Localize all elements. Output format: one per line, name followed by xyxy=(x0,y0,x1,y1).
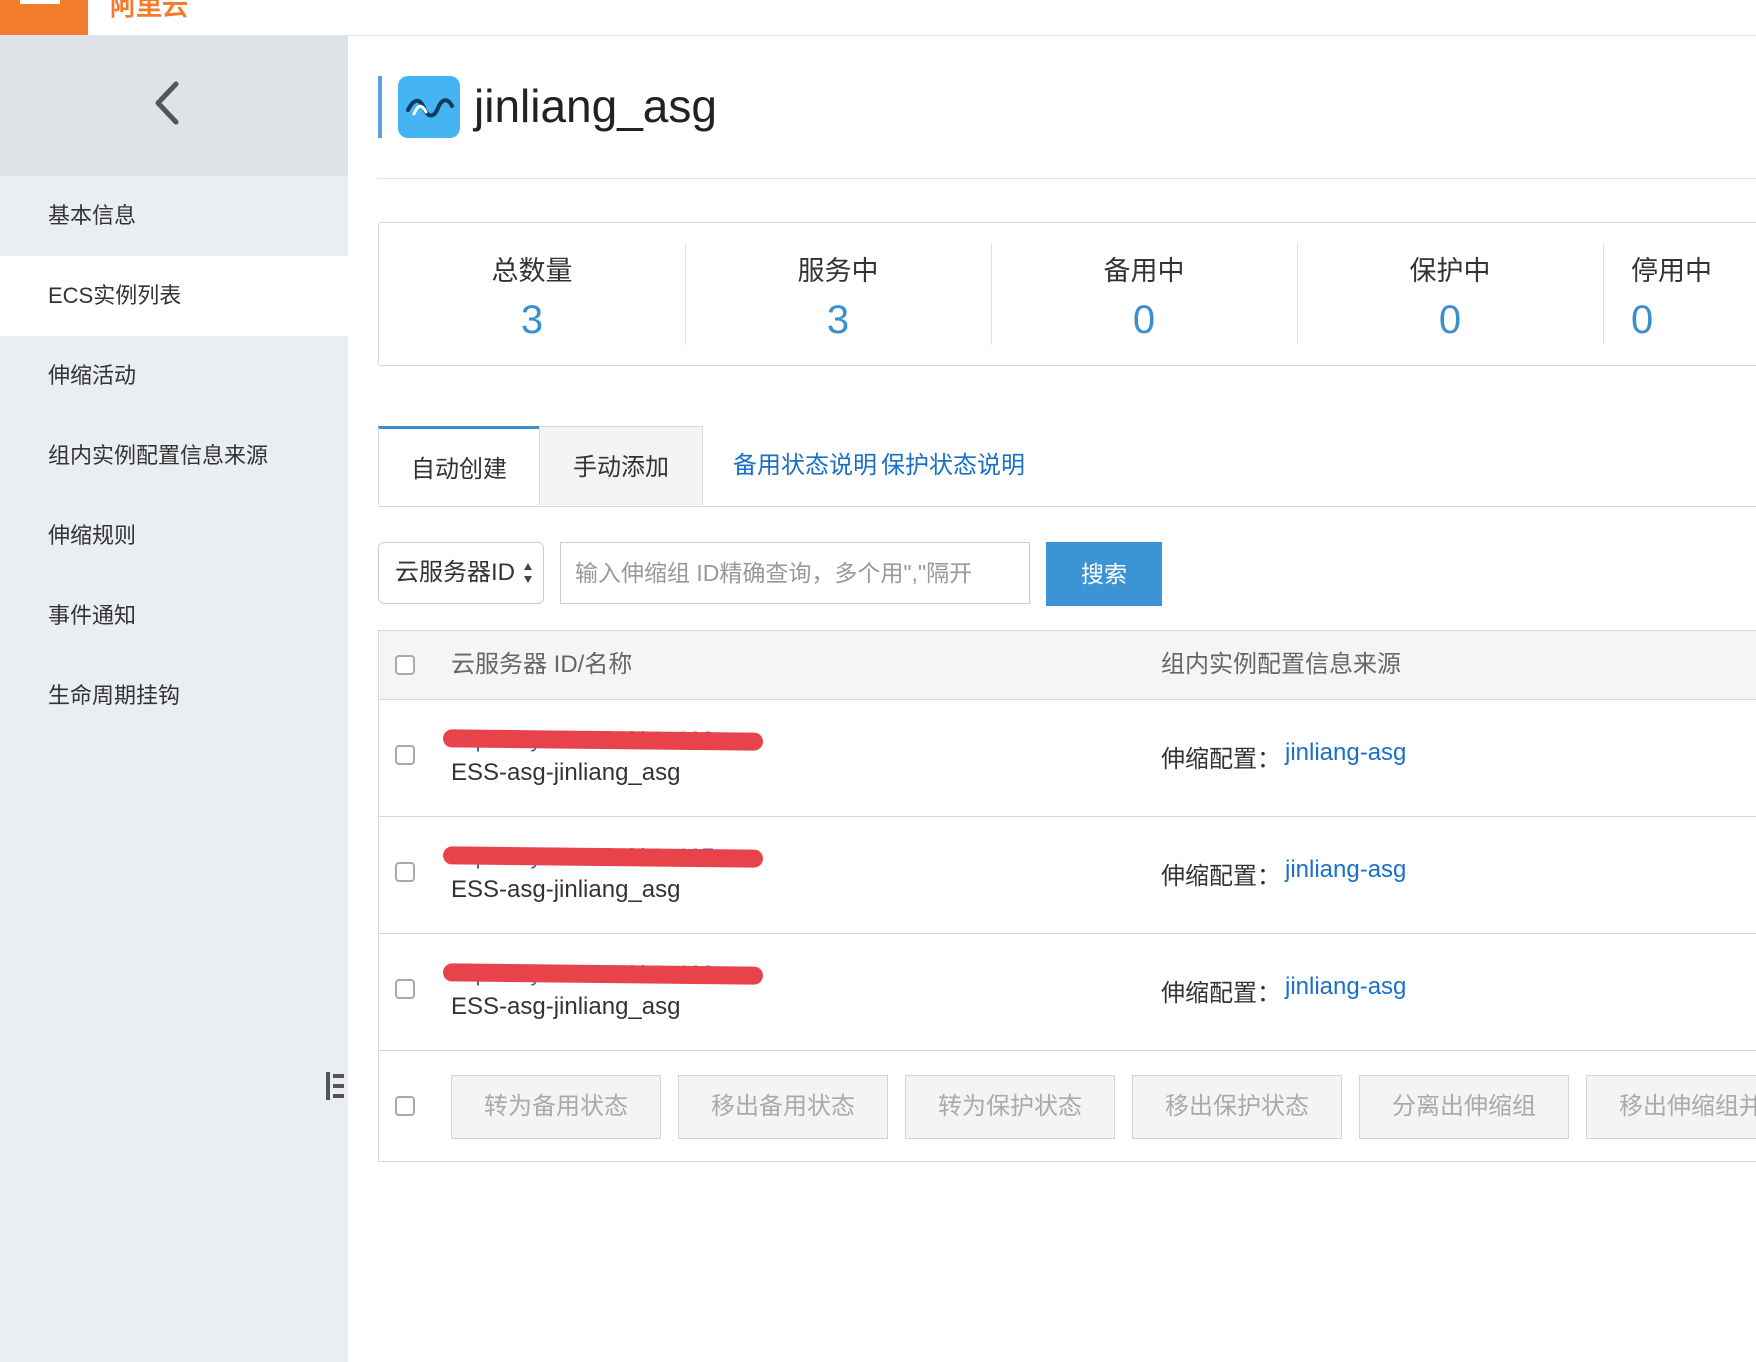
tab-auto-created[interactable]: 自动创建 xyxy=(378,426,540,505)
instance-id-cell: i-bp1emy14ktx2k4kb3e196 xyxy=(442,961,771,986)
detach-from-group-button[interactable]: 分离出伸缩组 xyxy=(1359,1075,1569,1139)
row-checkbox[interactable] xyxy=(395,979,415,999)
sidebar-item-ecs-instances[interactable]: ECS实例列表 xyxy=(0,256,348,336)
sidebar-nav: 基本信息 ECS实例列表 伸缩活动 组内实例配置信息来源 伸缩规则 事件通知 生… xyxy=(0,176,348,736)
stat-value: 0 xyxy=(1631,298,1654,342)
instance-name: ESS-asg-jinliang_asg xyxy=(451,759,681,786)
stat-standby: 备用中 0 xyxy=(991,243,1298,345)
instance-name: ESS-asg-jinliang_asg xyxy=(451,993,681,1020)
stat-in-service: 服务中 3 xyxy=(685,243,992,345)
auto-scaling-icon xyxy=(398,76,460,138)
config-link[interactable]: jinliang-asg xyxy=(1285,973,1406,1001)
instance-stats-panel: 总数量 3 服务中 3 备用中 0 保护中 0 停用中 0 xyxy=(378,222,1756,366)
tab-manually-added[interactable]: 手动添加 xyxy=(539,426,703,505)
redaction-mark xyxy=(442,729,764,751)
title-accent-bar xyxy=(378,76,382,138)
chevron-left-icon xyxy=(155,81,179,125)
redaction-mark xyxy=(442,846,764,868)
stat-value: 0 xyxy=(1132,298,1156,342)
bulk-actions-bar: 转为备用状态 移出备用状态 转为保护状态 移出保护状态 分离出伸缩组 移出伸缩组… xyxy=(379,1051,1756,1161)
sidebar-item-scaling-rules[interactable]: 伸缩规则 xyxy=(0,496,348,576)
sidebar-item-scaling-activities[interactable]: 伸缩活动 xyxy=(0,336,348,416)
instance-id-cell: i-bp1emy14ktx2k4kb3e197 xyxy=(442,844,771,869)
row-checkbox[interactable] xyxy=(395,862,415,882)
stat-label: 总数量 xyxy=(491,256,573,286)
stat-total: 总数量 3 xyxy=(379,243,686,345)
collapse-sidebar-handle[interactable] xyxy=(320,1038,348,1136)
select-value: 云服务器ID xyxy=(395,559,515,586)
row-checkbox[interactable] xyxy=(395,745,415,765)
remove-protected-button[interactable]: 移出保护状态 xyxy=(1132,1075,1342,1139)
sidebar-item-lifecycle-hooks[interactable]: 生命周期挂钩 xyxy=(0,656,348,736)
stat-stopped: 停用中 0 xyxy=(1603,243,1756,345)
table-row: i-bp1emy14ktx2k4kb3e198 ESS-asg-jinliang… xyxy=(379,699,1756,817)
divider xyxy=(378,178,1756,179)
page-title: jinliang_asg xyxy=(474,80,717,132)
brand-logo[interactable]: 阿里云 xyxy=(110,0,188,23)
config-link[interactable]: jinliang-asg xyxy=(1285,739,1406,767)
instance-name: ESS-asg-jinliang_asg xyxy=(451,876,681,903)
footer-select-all-checkbox[interactable] xyxy=(395,1096,415,1116)
sidebar-item-config-source[interactable]: 组内实例配置信息来源 xyxy=(0,416,348,496)
table-header: 云服务器 ID/名称 组内实例配置信息来源 xyxy=(379,631,1756,700)
redaction-mark xyxy=(442,963,764,985)
instance-table: 云服务器 ID/名称 组内实例配置信息来源 i-bp1emy14ktx2k4kb… xyxy=(378,630,1756,1162)
stat-value: 0 xyxy=(1438,298,1462,342)
config-label: 伸缩配置： xyxy=(1161,746,1281,773)
select-all-checkbox[interactable] xyxy=(395,655,415,675)
sort-arrows-icon xyxy=(524,563,532,583)
stat-label: 保护中 xyxy=(1409,256,1491,286)
stat-value: 3 xyxy=(520,298,544,342)
config-label: 伸缩配置： xyxy=(1161,863,1281,890)
protection-help-link[interactable]: 保护状态说明 xyxy=(881,426,1025,506)
table-row: i-bp1emy14ktx2k4kb3e196 ESS-asg-jinliang… xyxy=(379,933,1756,1051)
table-row: i-bp1emy14ktx2k4kb3e197 ESS-asg-jinliang… xyxy=(379,816,1756,934)
remove-and-release-button[interactable]: 移出伸缩组并释放 xyxy=(1586,1075,1756,1139)
stat-protected: 保护中 0 xyxy=(1297,243,1604,345)
column-id-name: 云服务器 ID/名称 xyxy=(451,651,633,678)
back-button[interactable] xyxy=(0,36,348,176)
top-bar: 阿里云 xyxy=(0,0,1756,36)
set-standby-button[interactable]: 转为备用状态 xyxy=(451,1075,661,1139)
sidebar-item-basic-info[interactable]: 基本信息 xyxy=(0,176,348,256)
collapse-icon xyxy=(326,1072,344,1100)
menu-icon xyxy=(20,0,60,4)
stat-label: 服务中 xyxy=(797,256,879,286)
stat-value: 3 xyxy=(826,298,850,342)
column-config-source: 组内实例配置信息来源 xyxy=(1161,651,1401,678)
instance-id-cell: i-bp1emy14ktx2k4kb3e198 xyxy=(442,727,771,752)
remove-standby-button[interactable]: 移出备用状态 xyxy=(678,1075,888,1139)
search-input[interactable] xyxy=(560,542,1030,604)
stat-label: 备用中 xyxy=(1103,256,1185,286)
instance-source-tabs: 自动创建 手动添加 备用状态说明 保护状态说明 xyxy=(378,426,1756,507)
config-link[interactable]: jinliang-asg xyxy=(1285,856,1406,884)
sidebar-item-event-notification[interactable]: 事件通知 xyxy=(0,576,348,656)
search-button[interactable]: 搜索 xyxy=(1046,542,1162,606)
stat-label: 停用中 xyxy=(1631,256,1712,286)
standby-help-link[interactable]: 备用状态说明 xyxy=(733,426,877,506)
config-label: 伸缩配置： xyxy=(1161,980,1281,1007)
sidebar: 基本信息 ECS实例列表 伸缩活动 组内实例配置信息来源 伸缩规则 事件通知 生… xyxy=(0,36,348,1362)
menu-button[interactable] xyxy=(0,0,88,35)
search-field-select[interactable]: 云服务器ID xyxy=(378,542,544,604)
set-protected-button[interactable]: 转为保护状态 xyxy=(905,1075,1115,1139)
